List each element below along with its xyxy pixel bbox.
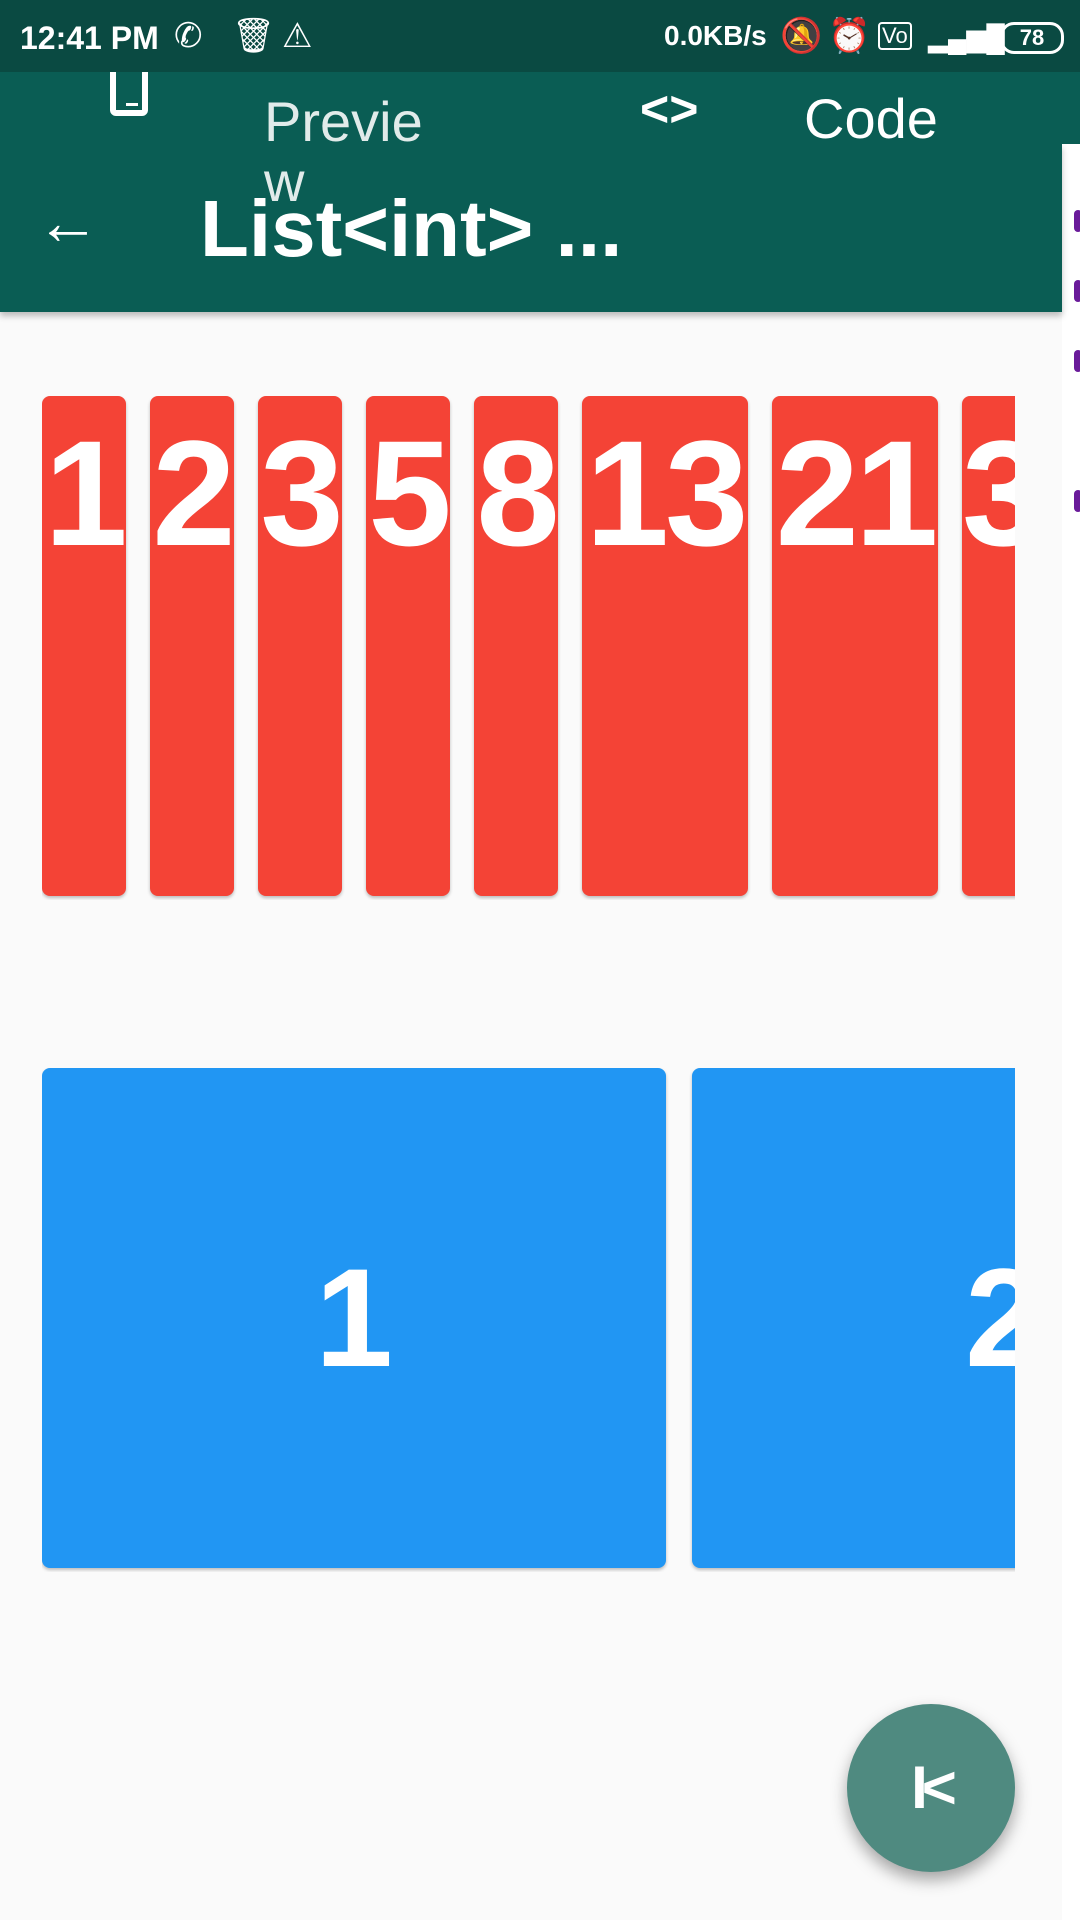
red-card[interactable]: 3 [962,396,1015,896]
blue-card-number: 1 [315,1239,393,1396]
edge-glyph [1074,210,1080,232]
red-card[interactable]: 13 [582,396,748,896]
edge-glyph [1074,280,1080,302]
red-card-number: 5 [368,409,450,577]
red-card[interactable]: 8 [474,396,558,896]
red-card[interactable]: 21 [772,396,938,896]
red-card-number: 1 [44,409,126,577]
preview-code-tabbar: Preview <> Code [0,50,1080,212]
warning-icon: ⚠ [282,17,313,55]
first-page-icon: I< [911,1754,957,1821]
blue-card-number: 2 [965,1239,1015,1396]
red-card-number: 2 [152,409,234,577]
red-card-number: 3 [962,409,1015,577]
blue-card[interactable]: 2 [692,1068,1015,1568]
back-arrow-icon[interactable]: ← [36,182,100,262]
red-card-number: 13 [585,409,748,577]
red-card-number: 21 [775,409,938,577]
battery-icon: 78 [1000,22,1064,54]
edge-glyph [1074,350,1080,372]
edge-glyph [1074,490,1080,512]
status-time: 12:41 PM [20,20,159,56]
red-card[interactable]: 2 [150,396,234,896]
code-icon: <> [640,81,699,137]
blue-card-list[interactable]: 1 2 [42,1068,1015,1572]
tab-preview-label: Preview [264,90,423,213]
alarm-icon: ⏰ [828,17,871,55]
delete-icon: 🗑 [232,17,276,55]
red-card-number: 3 [260,409,342,577]
first-page-button[interactable]: I< [847,1704,1015,1872]
red-card[interactable]: 3 [258,396,342,896]
app-bar: ← List<int> ... [0,144,1062,312]
volte-icon: Vo [878,22,912,50]
right-edge-panel [1062,144,1080,1920]
red-card-number: 8 [476,409,558,577]
signal-4g-icon: ▂▄▆█ [928,23,1005,53]
red-card-list[interactable]: 1 2 3 5 8 13 21 3 [42,396,1015,900]
network-speed: 0.0KB/s [664,20,767,51]
mute-icon: 🔕 [780,17,823,55]
status-bar: 12:41 PM ✆ 🗑 ⚠ 0.0KB/s 🔕 ⏰ Vo ▂▄▆█ 78 [0,0,1080,72]
blue-card[interactable]: 1 [42,1068,666,1568]
tab-code-label: Code [804,87,938,150]
red-card[interactable]: 1 [42,396,126,896]
red-card[interactable]: 5 [366,396,450,896]
whatsapp-icon: ✆ [174,17,203,55]
